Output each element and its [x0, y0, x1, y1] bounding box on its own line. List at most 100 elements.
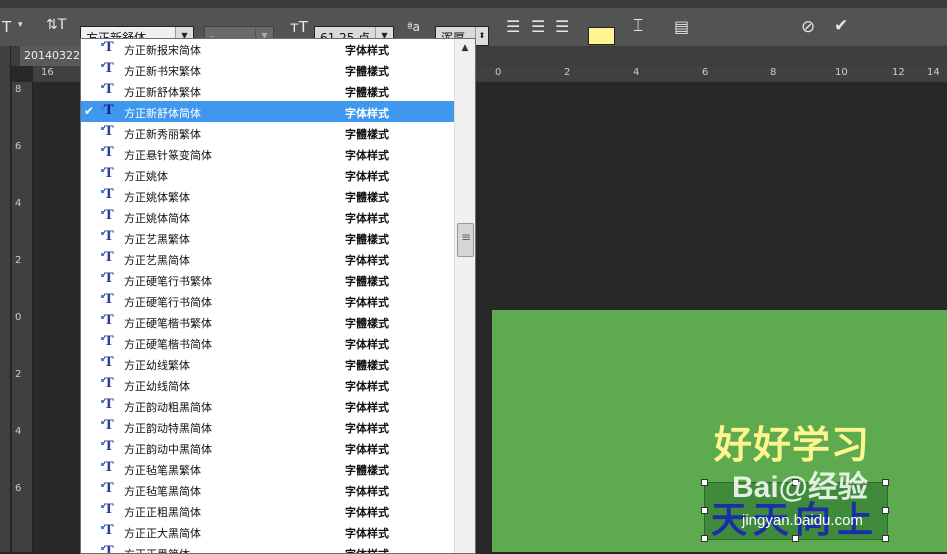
- ruler-label: 2: [564, 67, 571, 78]
- ruler-label: 8: [15, 84, 22, 95]
- menu-bar: [0, 0, 947, 8]
- font-list-item[interactable]: T 方正艺黑繁体 字體樣式: [81, 227, 454, 248]
- font-list-item[interactable]: ✔ T 方正新舒体简体 字体样式: [81, 101, 454, 122]
- dropdown-scrollbar[interactable]: ▲: [454, 39, 475, 553]
- font-sample: 字体样式: [345, 485, 389, 498]
- truetype-font-icon: T: [101, 103, 114, 118]
- font-name: 方正新秀丽繁体: [124, 128, 201, 141]
- font-name: 方正硬笔行书繁体: [124, 275, 212, 288]
- cancel-icon[interactable]: ⊘: [801, 17, 815, 37]
- anti-alias-icon: ªa: [407, 20, 421, 34]
- transform-handle[interactable]: [882, 535, 889, 542]
- text-tool-icon[interactable]: T: [2, 18, 11, 36]
- scrollbar-thumb[interactable]: [457, 223, 474, 257]
- font-list-item[interactable]: T 方正硬笔行书简体 字体样式: [81, 290, 454, 311]
- font-sample: 字體樣式: [345, 65, 389, 78]
- font-sample: 字体样式: [345, 254, 389, 267]
- font-sample: 字体样式: [345, 296, 389, 309]
- watermark-url: jingyan.baidu.com: [742, 512, 863, 529]
- truetype-font-icon: T: [101, 40, 114, 55]
- ruler-label: 6: [15, 141, 22, 152]
- font-name: 方正艺黑简体: [124, 254, 190, 267]
- font-list-item[interactable]: T 方正韵动粗黑简体 字体样式: [81, 395, 454, 416]
- font-name: 方正新舒体简体: [124, 107, 201, 120]
- truetype-font-icon: T: [101, 544, 114, 553]
- font-name: 方正韵动特黑简体: [124, 422, 212, 435]
- font-sample: 字體樣式: [345, 191, 389, 204]
- transform-handle[interactable]: [701, 535, 708, 542]
- font-name: 方正姚体: [124, 170, 168, 183]
- document-image[interactable]: 好好学习 天天向上 Bai@经验 jingyan.baidu.com: [492, 310, 947, 552]
- font-name: 方正艺黑繁体: [124, 233, 190, 246]
- font-list-item[interactable]: T 方正新舒体繁体 字體樣式: [81, 80, 454, 101]
- warp-text-icon[interactable]: ⌶: [633, 16, 643, 36]
- font-list-item[interactable]: T 方正韵动中黑简体 字体样式: [81, 437, 454, 458]
- align-left-icon[interactable]: ☰: [506, 17, 520, 36]
- font-name: 方正悬针篆变简体: [124, 149, 212, 162]
- checkmark-icon: ✔: [84, 104, 95, 118]
- scroll-up-arrow-icon[interactable]: ▲: [455, 39, 475, 57]
- ruler-label: 6: [15, 483, 22, 494]
- font-name: 方正硬笔楷书简体: [124, 338, 212, 351]
- truetype-font-icon: T: [101, 334, 114, 349]
- headline-text-layer[interactable]: 好好学习: [714, 414, 870, 469]
- ruler-label: 2: [15, 369, 22, 380]
- font-name: 方正韵动粗黑简体: [124, 401, 212, 414]
- font-list-item[interactable]: T 方正幼线繁体 字體樣式: [81, 353, 454, 374]
- font-list-item[interactable]: T 方正硬笔楷书繁体 字體樣式: [81, 311, 454, 332]
- font-list-item[interactable]: T 方正毡笔黑简体 字体样式: [81, 479, 454, 500]
- font-list-item[interactable]: T 方正硬笔行书繁体 字體樣式: [81, 269, 454, 290]
- ruler-label: 4: [15, 426, 22, 437]
- font-sample: 字体样式: [345, 443, 389, 456]
- transform-handle[interactable]: [792, 535, 799, 542]
- text-orientation-icon[interactable]: ⇅T: [46, 17, 66, 33]
- font-sample: 字体样式: [345, 401, 389, 414]
- font-list-item[interactable]: T 方正悬针篆变简体 字体样式: [81, 143, 454, 164]
- font-list-item[interactable]: T 方正新秀丽繁体 字體樣式: [81, 122, 454, 143]
- text-color-swatch[interactable]: [588, 27, 615, 45]
- baidu-watermark-logo: Bai@经验: [732, 471, 868, 504]
- font-list-item[interactable]: T 方正毡笔黑繁体 字體樣式: [81, 458, 454, 479]
- commit-check-icon[interactable]: ✔: [834, 16, 848, 36]
- font-name: 方正正粗黑简体: [124, 506, 201, 519]
- align-right-icon[interactable]: ☰: [555, 17, 569, 36]
- font-list-item[interactable]: T 方正硬笔楷书简体 字体样式: [81, 332, 454, 353]
- font-sample: 字體樣式: [345, 128, 389, 141]
- font-list-item[interactable]: T 方正姚体繁体 字體樣式: [81, 185, 454, 206]
- character-panel-icon[interactable]: ▤: [674, 17, 689, 36]
- font-list-item[interactable]: T 方正姚体简体 字体样式: [81, 206, 454, 227]
- transform-handle[interactable]: [701, 479, 708, 486]
- truetype-font-icon: T: [101, 271, 114, 286]
- font-list-item[interactable]: T 方正新书宋繁体 字體樣式: [81, 59, 454, 80]
- font-name: 方正硬笔行书简体: [124, 296, 212, 309]
- font-name: 方正正黑简体: [124, 546, 190, 553]
- font-list-item[interactable]: T 方正艺黑简体 字体样式: [81, 248, 454, 269]
- chevron-updown-icon: ⬍: [475, 27, 488, 45]
- font-sample: 字體樣式: [345, 464, 389, 477]
- font-sample: 字体样式: [345, 380, 389, 393]
- ruler-label: 10: [835, 67, 848, 78]
- font-list-item[interactable]: T 方正正大黑简体 字体样式: [81, 521, 454, 542]
- transform-handle[interactable]: [701, 507, 708, 514]
- font-sample: 字体样式: [345, 422, 389, 435]
- font-list-item[interactable]: T 方正正黑简体 字体样式: [81, 542, 454, 553]
- font-name: 方正毡笔黑简体: [124, 485, 201, 498]
- document-tab[interactable]: 20140322110: [20, 46, 82, 66]
- transform-handle[interactable]: [882, 479, 889, 486]
- font-list-item[interactable]: T 方正姚体 字体样式: [81, 164, 454, 185]
- font-list-item[interactable]: T 方正幼线简体 字体样式: [81, 374, 454, 395]
- font-sample: 字体样式: [345, 506, 389, 519]
- font-list-item[interactable]: T 方正新报宋简体 字体样式: [81, 39, 454, 59]
- font-sample: 字體樣式: [345, 317, 389, 330]
- truetype-font-icon: T: [101, 481, 114, 496]
- ruler-label: 6: [702, 67, 709, 78]
- font-list-item[interactable]: T 方正正粗黑简体 字体样式: [81, 500, 454, 521]
- transform-handle[interactable]: [882, 507, 889, 514]
- ruler-label: 4: [15, 198, 22, 209]
- tool-preset-chevron-icon[interactable]: ▾: [18, 20, 23, 30]
- font-sample: 字体样式: [345, 338, 389, 351]
- font-list-item[interactable]: T 方正韵动特黑简体 字体样式: [81, 416, 454, 437]
- truetype-font-icon: T: [101, 82, 114, 97]
- ruler-label: 14: [927, 67, 940, 78]
- align-center-icon[interactable]: ☰: [531, 17, 545, 36]
